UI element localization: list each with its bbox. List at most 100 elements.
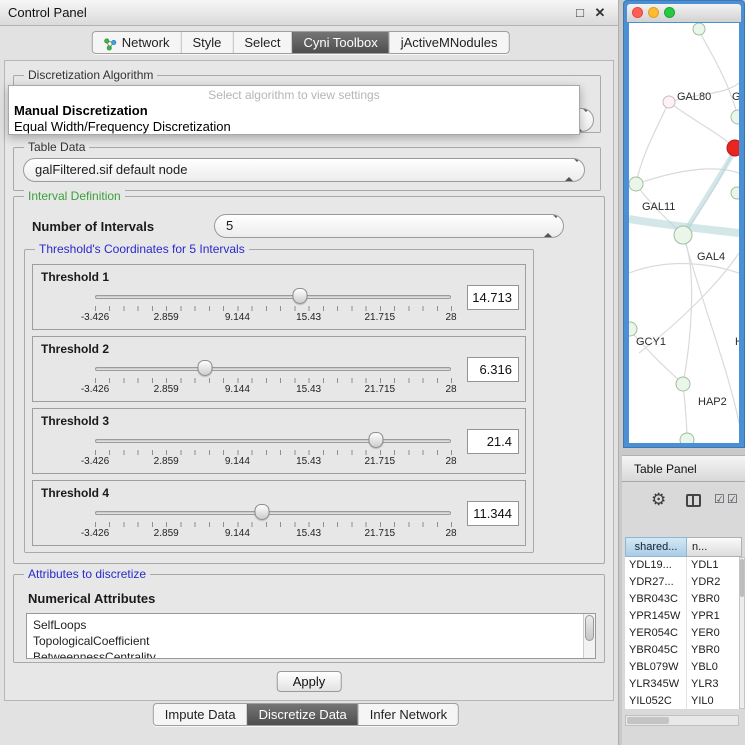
node-label: GAL11	[642, 201, 675, 213]
table-horizontal-scrollbar[interactable]	[625, 715, 739, 726]
network-canvas[interactable]: GAL80 GA GAL11 GAL4 GCY1 H HAP2	[629, 23, 739, 443]
cell[interactable]: YBL079W	[625, 659, 687, 676]
dropdown-option-manual[interactable]: Manual Discretization	[9, 103, 579, 119]
cell[interactable]: YDL1	[687, 557, 737, 574]
list-item[interactable]: SelfLoops	[27, 617, 595, 633]
table-body[interactable]: YDL19...YDL1 YDR27...YDR2 YBR043CYBR0 YP…	[625, 557, 739, 709]
tab-label: Cyni Toolbox	[303, 32, 377, 53]
scrollbar-thumb[interactable]	[627, 717, 669, 724]
scrollbar-thumb[interactable]	[740, 559, 744, 597]
cell[interactable]: YBL0	[687, 659, 737, 676]
cell[interactable]: YDR2	[687, 574, 737, 591]
cell[interactable]: YER0	[687, 625, 737, 642]
dropdown-option-equal-width[interactable]: Equal Width/Frequency Discretization	[9, 119, 579, 135]
node[interactable]	[693, 23, 705, 35]
threshold-1-value-field[interactable]	[467, 285, 519, 310]
table-data-combobox[interactable]: galFiltered.sif default node	[23, 158, 585, 182]
tab-network[interactable]: Network	[93, 32, 181, 53]
tab-infer-network[interactable]: Infer Network	[358, 704, 458, 725]
scale-label: 28	[445, 456, 456, 467]
column-header-name[interactable]: n...	[687, 537, 742, 557]
slider-track[interactable]	[95, 439, 451, 443]
highlighted-edges	[629, 150, 739, 235]
table-row[interactable]: YIL052CYIL0	[625, 693, 739, 709]
slider-handle[interactable]	[369, 432, 384, 448]
close-traffic-light-icon[interactable]	[632, 7, 643, 18]
tab-jactivemnodules[interactable]: jActiveMNodules	[389, 32, 509, 53]
slider-handle[interactable]	[198, 360, 213, 376]
cell[interactable]: YPR145W	[625, 608, 687, 625]
cell[interactable]: YIL052C	[625, 693, 687, 709]
threshold-2-slider[interactable]	[95, 359, 451, 377]
table-row[interactable]: YBR045CYBR0	[625, 642, 739, 659]
cell[interactable]: YPR1	[687, 608, 737, 625]
scale-label: 21.715	[365, 312, 396, 323]
float-window-icon[interactable]: □	[572, 0, 588, 25]
node[interactable]	[629, 177, 643, 191]
close-icon[interactable]: ✕	[592, 0, 608, 25]
column-header-shared-name[interactable]: shared...	[625, 537, 687, 557]
node[interactable]	[676, 377, 690, 391]
threshold-4-slider[interactable]	[95, 503, 451, 521]
columns-icon[interactable]	[686, 494, 701, 507]
table-row[interactable]: YDR27...YDR2	[625, 574, 739, 591]
select-mode-icon[interactable]: ☑	[727, 492, 738, 506]
slider-handle[interactable]	[255, 504, 270, 520]
cell[interactable]: YBR0	[687, 591, 737, 608]
cell[interactable]: YBR043C	[625, 591, 687, 608]
cell[interactable]: YDL19...	[625, 557, 687, 574]
threshold-2-value-field[interactable]	[467, 357, 519, 382]
cell[interactable]: YLR3	[687, 676, 737, 693]
threshold-3-slider[interactable]	[95, 431, 451, 449]
table-vertical-scrollbar[interactable]	[739, 557, 745, 709]
threshold-1-slider[interactable]	[95, 287, 451, 305]
cell[interactable]: YIL0	[687, 693, 737, 709]
tab-label: Select	[244, 32, 280, 53]
scrollbar-thumb[interactable]	[585, 615, 594, 641]
tab-impute-data[interactable]: Impute Data	[154, 704, 247, 725]
table-row[interactable]: YBR043CYBR0	[625, 591, 739, 608]
tab-discretize-data[interactable]: Discretize Data	[247, 704, 358, 725]
tab-style[interactable]: Style	[180, 32, 232, 53]
zoom-traffic-light-icon[interactable]	[664, 7, 675, 18]
cell[interactable]: YLR345W	[625, 676, 687, 693]
network-window-titlebar[interactable]	[627, 4, 741, 22]
table-row[interactable]: YBL079WYBL0	[625, 659, 739, 676]
cell[interactable]: YER054C	[625, 625, 687, 642]
list-scrollbar[interactable]	[583, 614, 595, 658]
cell[interactable]: YBR0	[687, 642, 737, 659]
list-item[interactable]: TopologicalCoefficient	[27, 633, 595, 649]
node[interactable]	[674, 226, 692, 244]
node[interactable]	[731, 110, 739, 124]
cell[interactable]: YBR045C	[625, 642, 687, 659]
list-item[interactable]: BetweennessCentrality	[27, 649, 595, 659]
attributes-list[interactable]: SelfLoops TopologicalCoefficient Between…	[26, 613, 596, 659]
node[interactable]	[663, 96, 675, 108]
algorithm-dropdown-list: Select algorithm to view settings Manual…	[8, 85, 580, 135]
node[interactable]	[680, 433, 694, 443]
number-of-intervals-combobox[interactable]: 5	[214, 214, 564, 238]
cell[interactable]: YDR27...	[625, 574, 687, 591]
tab-cyni-toolbox[interactable]: Cyni Toolbox	[291, 32, 388, 53]
number-of-intervals-label: Number of Intervals	[32, 219, 154, 234]
slider-track[interactable]	[95, 367, 451, 371]
threshold-label: Threshold 2	[41, 342, 109, 356]
slider-track[interactable]	[95, 511, 451, 515]
table-row[interactable]: YLR345WYLR3	[625, 676, 739, 693]
minimize-traffic-light-icon[interactable]	[648, 7, 659, 18]
node[interactable]	[629, 322, 637, 336]
table-row[interactable]: YDL19...YDL1	[625, 557, 739, 574]
selected-node[interactable]	[727, 140, 739, 156]
table-panel-titlebar: Table Panel	[622, 455, 745, 482]
select-all-icon[interactable]: ☑	[714, 492, 725, 506]
apply-button[interactable]: Apply	[277, 671, 342, 692]
threshold-4-value-field[interactable]	[467, 501, 519, 526]
gear-icon[interactable]: ⚙	[651, 490, 666, 510]
table-row[interactable]: YPR145WYPR1	[625, 608, 739, 625]
slider-track[interactable]	[95, 295, 451, 299]
table-row[interactable]: YER054CYER0	[625, 625, 739, 642]
slider-handle[interactable]	[293, 288, 308, 304]
tab-select[interactable]: Select	[232, 32, 291, 53]
node[interactable]	[731, 187, 739, 199]
threshold-3-value-field[interactable]	[467, 429, 519, 454]
